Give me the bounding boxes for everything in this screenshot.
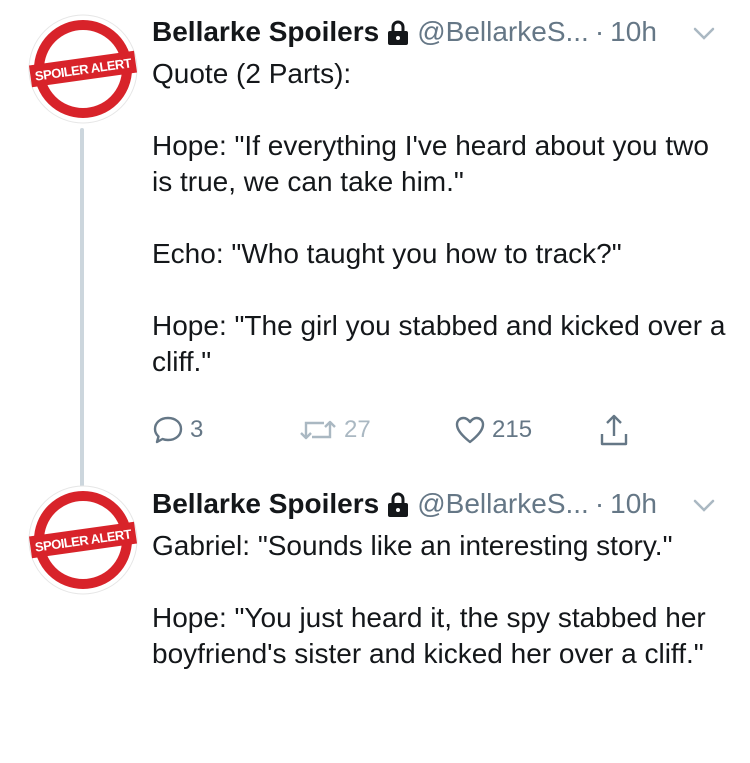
user-handle[interactable]: @BellarkeS... — [417, 15, 589, 49]
reply-icon — [153, 416, 183, 444]
tweet-line: Quote (2 Parts): — [152, 58, 352, 89]
tweet-text: Quote (2 Parts): Hope: "If everything I'… — [152, 56, 732, 380]
retweet-button[interactable]: 27 — [298, 410, 371, 450]
tweet-line: Hope: "You just heard it, the spy stabbe… — [152, 602, 706, 669]
tweet-line: Echo: "Who taught you how to track?" — [152, 238, 622, 269]
chevron-down-icon[interactable] — [692, 498, 716, 514]
avatar[interactable]: SPOILER ALERT — [28, 485, 138, 595]
tweet-line: Hope: "The girl you stabbed and kicked o… — [152, 310, 726, 377]
tweet-header: Bellarke Spoilers @BellarkeS... · 10h — [152, 487, 657, 521]
separator-dot: · — [594, 16, 605, 47]
tweet-line: Gabriel: "Sounds like an interesting sto… — [152, 530, 673, 561]
display-name[interactable]: Bellarke Spoilers — [152, 15, 379, 49]
tweet-header: Bellarke Spoilers @BellarkeS... · 10h — [152, 15, 657, 49]
like-button[interactable]: 215 — [454, 410, 532, 450]
share-button[interactable] — [598, 410, 636, 450]
tweet-line: Hope: "If everything I've heard about yo… — [152, 130, 709, 197]
chevron-down-icon[interactable] — [692, 26, 716, 42]
reply-count: 3 — [190, 416, 204, 443]
heart-icon — [455, 416, 485, 444]
tweet-1[interactable]: SPOILER ALERT Bellarke Spoilers @Bellark… — [0, 0, 750, 470]
tweet-text: Gabriel: "Sounds like an interesting sto… — [152, 528, 732, 672]
tweet-actions: 3 27 215 — [152, 410, 672, 450]
display-name[interactable]: Bellarke Spoilers — [152, 487, 379, 521]
tweet-2[interactable]: SPOILER ALERT Bellarke Spoilers @Bellark… — [0, 470, 750, 763]
lock-icon — [388, 492, 409, 517]
reply-button[interactable]: 3 — [152, 410, 203, 450]
timestamp[interactable]: 10h — [610, 15, 657, 49]
lock-icon — [388, 20, 409, 45]
timestamp[interactable]: 10h — [610, 487, 657, 521]
retweet-count: 27 — [344, 416, 371, 443]
retweet-icon — [300, 420, 336, 440]
share-icon — [600, 414, 628, 446]
like-count: 215 — [492, 416, 533, 443]
avatar[interactable]: SPOILER ALERT — [28, 14, 138, 124]
user-handle[interactable]: @BellarkeS... — [417, 487, 589, 521]
separator-dot: · — [594, 488, 605, 519]
